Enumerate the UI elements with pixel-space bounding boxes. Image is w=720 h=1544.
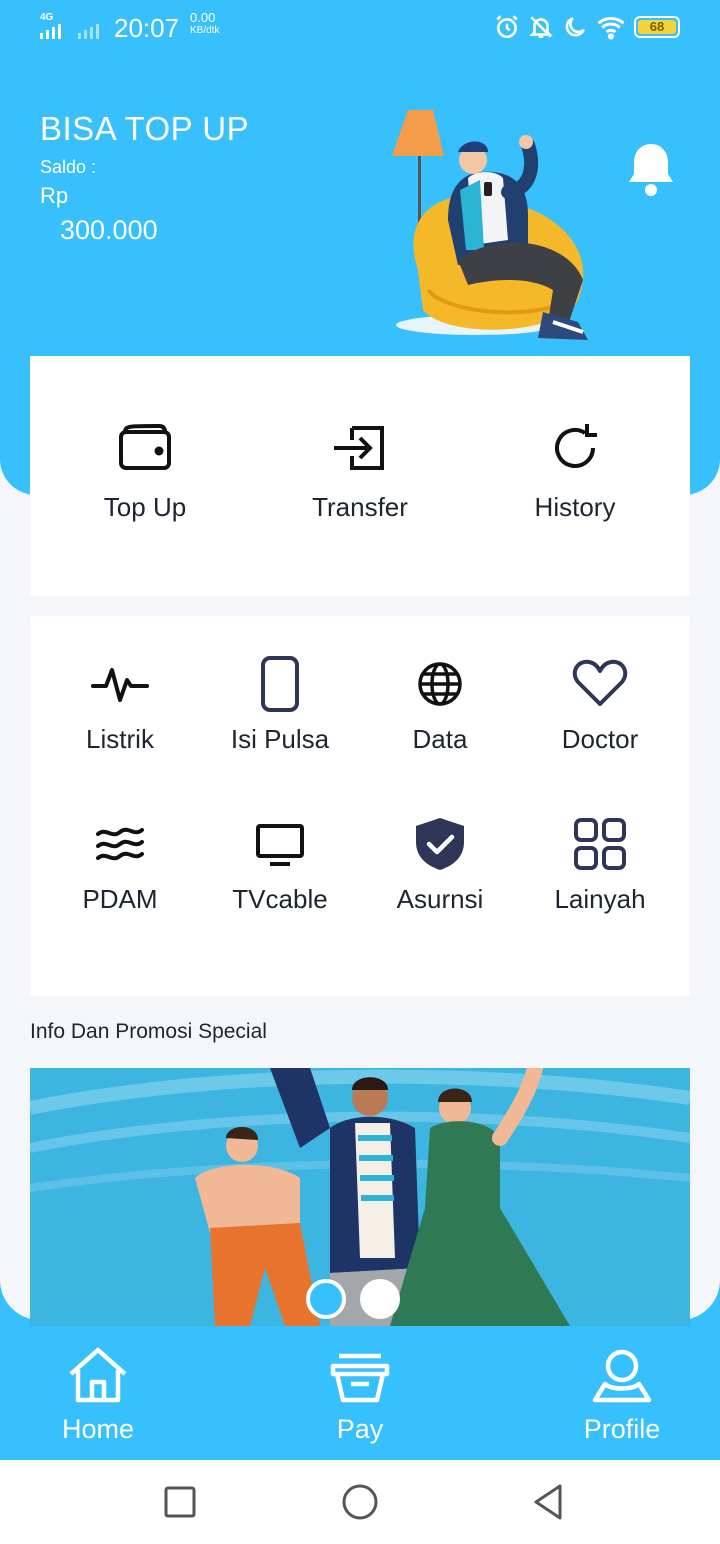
status-bar: 4G 20:07 0.00 KB/dtk 68	[0, 0, 720, 56]
service-tvcable[interactable]: TVcable	[200, 814, 360, 915]
nav-profile[interactable]: Profile	[542, 1346, 702, 1445]
nav-home[interactable]: Home	[18, 1346, 178, 1445]
service-label: Listrik	[86, 724, 154, 754]
nav-profile-label: Profile	[583, 1414, 661, 1444]
service-data[interactable]: Data	[360, 654, 520, 755]
service-label: TVcable	[232, 884, 328, 914]
speed-value: 0.00	[190, 10, 216, 25]
balance-label: Saldo :	[40, 157, 97, 177]
transfer-label: Transfer	[312, 492, 408, 522]
battery-icon: 68	[634, 16, 680, 38]
carousel-dot[interactable]	[360, 1279, 400, 1319]
home-icon	[69, 1347, 127, 1403]
service-listrik[interactable]: Listrik	[40, 654, 200, 755]
pulse-icon	[91, 668, 149, 702]
transfer-icon	[334, 426, 384, 470]
service-label: Doctor	[561, 724, 639, 754]
top-up-button[interactable]: Top Up	[35, 418, 255, 523]
service-label: Lainyah	[554, 884, 646, 914]
history-button[interactable]: History	[465, 418, 685, 523]
system-navigation-bar	[0, 1460, 720, 1544]
promo-section-title: Info Dan Promosi Special	[30, 1020, 267, 1043]
home-circle-icon[interactable]	[340, 1482, 380, 1522]
service-doctor[interactable]: Doctor	[520, 654, 680, 755]
carousel-dot-active[interactable]	[306, 1279, 346, 1319]
balance-amount: 300.000	[60, 215, 158, 245]
pay-icon	[330, 1353, 390, 1403]
promo-banner[interactable]	[30, 1068, 690, 1326]
recent-apps-icon[interactable]	[160, 1482, 200, 1522]
service-label: Data	[412, 724, 468, 754]
quick-actions-card: Top Up Transfer History	[30, 356, 690, 596]
nav-pay-label: Pay	[336, 1414, 384, 1444]
service-label: Asurnsi	[396, 884, 484, 914]
history-label: History	[534, 492, 616, 522]
nav-home-label: Home	[61, 1414, 135, 1444]
grid-icon	[574, 818, 626, 870]
history-icon	[555, 424, 597, 468]
back-icon[interactable]	[528, 1482, 568, 1522]
app-title: BISA TOP UP	[40, 110, 250, 147]
promo-banner-illustration	[30, 1068, 690, 1326]
network-speed: 0.00 KB/dtk	[190, 10, 220, 37]
network-type: 4G	[40, 12, 54, 23]
hero-illustration	[392, 110, 588, 340]
wifi-icon	[597, 16, 625, 40]
service-lainyah[interactable]: Lainyah	[520, 814, 680, 915]
signal-icon-secondary	[78, 24, 99, 39]
service-label: Isi Pulsa	[230, 724, 330, 754]
alarm-icon	[496, 15, 518, 39]
clock: 20:07	[114, 13, 180, 43]
tv-icon	[256, 824, 304, 866]
balance-currency: Rp	[40, 183, 69, 208]
services-card: Listrik Isi Pulsa Data Doctor PDAM TVcab…	[30, 616, 690, 996]
profile-icon	[592, 1349, 652, 1403]
wallet-icon	[119, 423, 171, 470]
top-up-label: Top Up	[103, 492, 187, 522]
service-label: PDAM	[82, 884, 158, 914]
service-isi-pulsa[interactable]: Isi Pulsa	[200, 654, 360, 755]
globe-icon	[418, 662, 462, 706]
heart-icon	[572, 659, 628, 706]
mute-icon	[529, 16, 553, 39]
waves-icon	[96, 827, 144, 861]
service-pdam[interactable]: PDAM	[40, 814, 200, 915]
nav-pay[interactable]: Pay	[280, 1346, 440, 1445]
transfer-button[interactable]: Transfer	[250, 418, 470, 523]
speed-unit: KB/dtk	[190, 25, 220, 37]
signal-icon	[40, 24, 61, 39]
phone-icon	[261, 656, 299, 712]
shield-icon	[416, 818, 464, 870]
service-asurnsi[interactable]: Asurnsi	[360, 814, 520, 915]
battery-level: 68	[638, 20, 676, 34]
moon-icon	[565, 17, 585, 37]
